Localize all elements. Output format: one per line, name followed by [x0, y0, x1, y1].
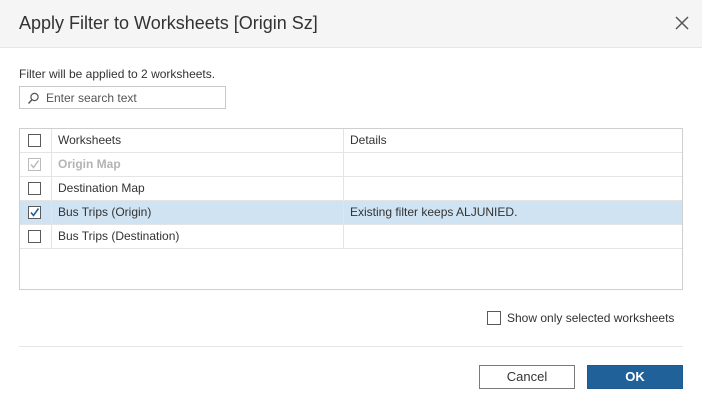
worksheet-name: Destination Map	[52, 177, 344, 200]
worksheet-details	[344, 225, 682, 248]
close-icon[interactable]	[672, 13, 692, 33]
worksheet-name: Bus Trips (Origin)	[52, 201, 344, 224]
table-row: Origin Map	[20, 153, 682, 177]
divider	[19, 346, 683, 347]
table-row[interactable]: Bus Trips (Origin) Existing filter keeps…	[20, 201, 682, 225]
dialog-title: Apply Filter to Worksheets [Origin Sz]	[19, 13, 318, 33]
worksheet-details	[344, 177, 682, 200]
checkmark-icon	[30, 208, 40, 217]
column-header-worksheets: Worksheets	[52, 129, 344, 152]
table-header: Worksheets Details	[20, 129, 682, 153]
checkmark-icon	[30, 160, 40, 169]
row-checkbox-bus-trips-origin[interactable]	[28, 206, 41, 219]
dialog-titlebar: Apply Filter to Worksheets [Origin Sz]	[0, 0, 702, 48]
search-icon	[27, 92, 39, 104]
select-all-checkbox[interactable]	[28, 134, 41, 147]
row-checkbox-destination-map[interactable]	[28, 182, 41, 195]
table-row[interactable]: Destination Map	[20, 177, 682, 201]
row-checkbox-origin-map	[28, 158, 41, 171]
search-box[interactable]	[19, 86, 226, 109]
column-header-details: Details	[350, 133, 387, 147]
cancel-button[interactable]: Cancel	[479, 365, 575, 389]
table-row[interactable]: Bus Trips (Destination)	[20, 225, 682, 249]
show-only-selected-label: Show only selected worksheets	[507, 311, 675, 325]
row-checkbox-bus-trips-destination[interactable]	[28, 230, 41, 243]
worksheet-details: Existing filter keeps ALJUNIED.	[350, 205, 518, 219]
worksheets-table: Worksheets Details Origin Map Destinatio…	[19, 128, 683, 290]
worksheet-name: Origin Map	[52, 153, 344, 176]
apply-filter-dialog: Apply Filter to Worksheets [Origin Sz] F…	[0, 0, 702, 409]
worksheet-name: Bus Trips (Destination)	[52, 225, 344, 248]
ok-button[interactable]: OK	[587, 365, 683, 389]
info-text: Filter will be applied to 2 worksheets.	[19, 67, 216, 81]
search-input[interactable]	[46, 89, 222, 106]
worksheet-details	[344, 153, 682, 176]
show-only-selected-checkbox[interactable]	[487, 311, 501, 325]
